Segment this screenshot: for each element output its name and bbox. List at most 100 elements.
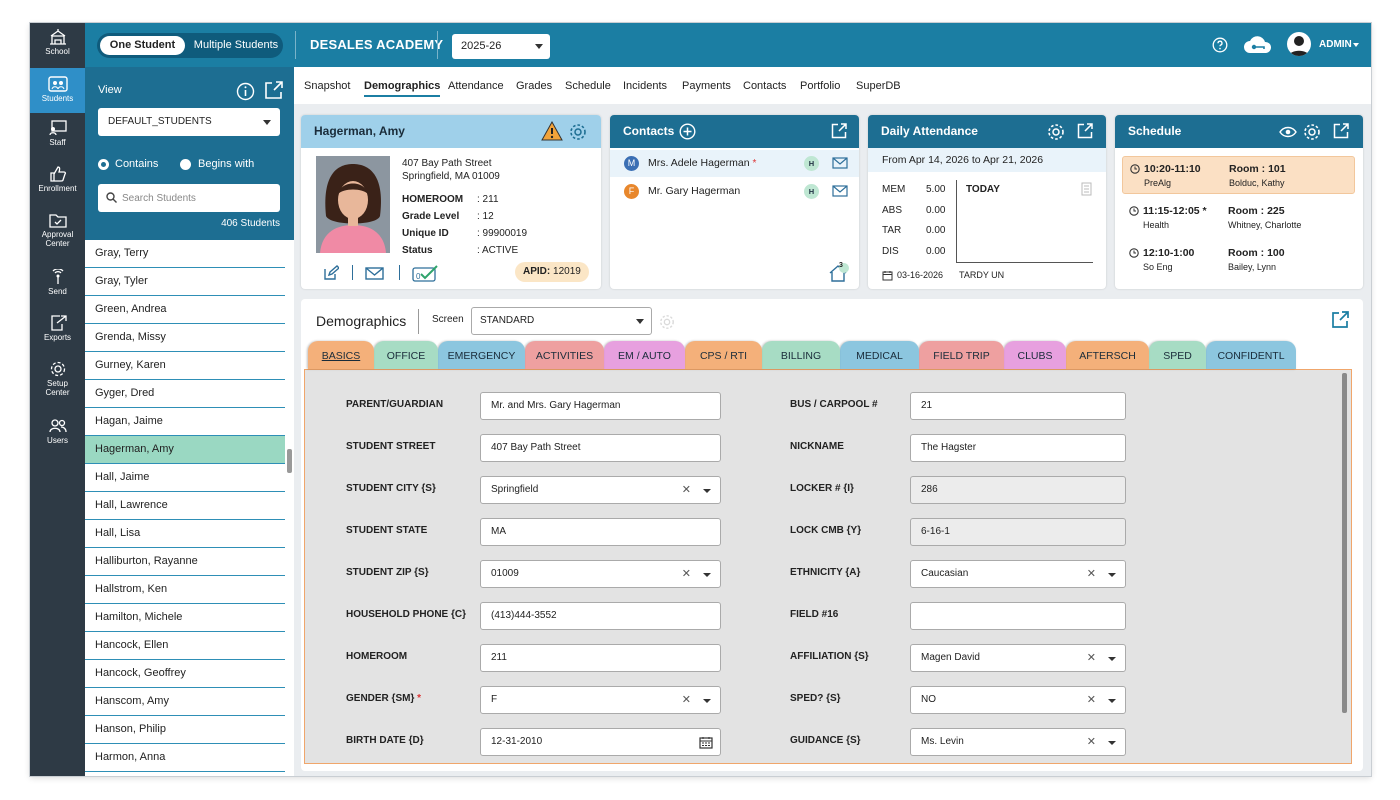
edit-icon[interactable] bbox=[323, 265, 339, 281]
text-field[interactable]: 6-16-1 bbox=[910, 518, 1126, 546]
contains-radio[interactable] bbox=[98, 159, 109, 170]
text-field[interactable]: Mr. and Mrs. Gary Hagerman bbox=[480, 392, 721, 420]
student-list-item[interactable]: Hall, Lawrence bbox=[85, 492, 285, 520]
text-field[interactable]: (413)444-3552 bbox=[480, 602, 721, 630]
gear-icon[interactable] bbox=[659, 314, 675, 330]
gear-icon[interactable] bbox=[569, 123, 587, 141]
chevron-down-icon[interactable] bbox=[1108, 699, 1116, 703]
contact-row[interactable]: M Mrs. Adele Hagerman * H bbox=[610, 150, 859, 177]
scrollbar[interactable] bbox=[1342, 373, 1347, 713]
note-icon[interactable] bbox=[1081, 182, 1092, 196]
calendar-icon[interactable] bbox=[699, 736, 713, 749]
popout-icon[interactable] bbox=[1077, 123, 1093, 139]
search-input[interactable] bbox=[122, 184, 272, 212]
chevron-down-icon[interactable] bbox=[1353, 43, 1359, 47]
chevron-down-icon[interactable] bbox=[1108, 741, 1116, 745]
tab-contacts[interactable]: Contacts bbox=[743, 80, 786, 92]
chevron-down-icon[interactable] bbox=[703, 489, 711, 493]
nav-users[interactable]: Users bbox=[30, 412, 85, 457]
chevron-down-icon[interactable] bbox=[1108, 573, 1116, 577]
tab-billing[interactable]: BILLING bbox=[762, 341, 840, 369]
select-field[interactable]: NO ✕ bbox=[910, 686, 1126, 714]
select-field[interactable]: Ms. Levin ✕ bbox=[910, 728, 1126, 756]
alert-icon[interactable] bbox=[541, 121, 563, 141]
view-select[interactable]: DEFAULT_STUDENTS bbox=[98, 108, 280, 136]
chevron-down-icon[interactable] bbox=[703, 699, 711, 703]
tab-snapshot[interactable]: Snapshot bbox=[304, 80, 350, 92]
student-list-item[interactable]: Hall, Lisa bbox=[85, 520, 285, 548]
student-list-item[interactable]: Gyger, Dred bbox=[85, 380, 285, 408]
student-list-item[interactable]: Hall, Jaime bbox=[85, 464, 285, 492]
student-list-item[interactable]: Hanscom, Amy bbox=[85, 688, 285, 716]
email-icon[interactable] bbox=[365, 267, 384, 280]
select-field[interactable]: Caucasian ✕ bbox=[910, 560, 1126, 588]
tab-grades[interactable]: Grades bbox=[516, 80, 552, 92]
schedule-item[interactable]: 11:15-12:05 * Health Room : 225 Whitney, Ch… bbox=[1122, 199, 1355, 237]
student-list-item[interactable]: Harmon, Anna bbox=[85, 744, 285, 772]
tab-incidents[interactable]: Incidents bbox=[623, 80, 667, 92]
multiple-students-button[interactable]: Multiple Students bbox=[192, 36, 280, 55]
tab-superdb[interactable]: SuperDB bbox=[856, 80, 901, 92]
one-student-button[interactable]: One Student bbox=[100, 36, 185, 55]
student-mode-toggle[interactable]: One Student Multiple Students bbox=[97, 33, 283, 58]
avatar[interactable] bbox=[1287, 32, 1311, 56]
tab-medical[interactable]: MEDICAL bbox=[840, 341, 919, 369]
student-list-item[interactable]: Hagan, Jaime bbox=[85, 408, 285, 436]
info-icon[interactable] bbox=[236, 82, 255, 101]
tab-em-auto[interactable]: EM / AUTO bbox=[604, 341, 685, 369]
clear-icon[interactable]: ✕ bbox=[1087, 687, 1096, 713]
tab-attendance[interactable]: Attendance bbox=[448, 80, 504, 92]
student-list-item[interactable]: Hancock, Geoffrey bbox=[85, 660, 285, 688]
nav-send[interactable]: Send bbox=[30, 263, 85, 308]
select-field[interactable]: Springfield ✕ bbox=[480, 476, 721, 504]
popout-icon[interactable] bbox=[1333, 123, 1349, 139]
email-icon[interactable] bbox=[832, 157, 848, 169]
popout-icon[interactable] bbox=[831, 123, 847, 139]
email-icon[interactable] bbox=[832, 185, 848, 197]
tab-cps-rti[interactable]: CPS / RTI bbox=[685, 341, 762, 369]
tab-basics[interactable]: BASICS bbox=[308, 341, 374, 369]
student-list-item[interactable]: Green, Andrea bbox=[85, 296, 285, 324]
clear-icon[interactable]: ✕ bbox=[682, 687, 691, 713]
schedule-item[interactable]: 10:20-11:10 PreAlg Room : 101 Bolduc, Kathy bbox=[1122, 156, 1355, 194]
nav-setup-center[interactable]: Setup Center bbox=[30, 355, 85, 410]
schedule-item[interactable]: 12:10-1:00 So Eng Room : 100 Bailey, Lynn bbox=[1122, 241, 1355, 279]
school-name[interactable]: DESALES ACADEMY bbox=[310, 37, 443, 52]
contact-row[interactable]: F Mr. Gary Hagerman H bbox=[610, 178, 859, 205]
student-list-item[interactable]: Gray, Tyler bbox=[85, 268, 285, 296]
scrollbar[interactable] bbox=[287, 449, 292, 473]
eye-icon[interactable] bbox=[1279, 126, 1297, 138]
tab-activities[interactable]: ACTIVITIES bbox=[525, 341, 604, 369]
student-list-item[interactable]: Hallstrom, Ken bbox=[85, 576, 285, 604]
student-list-item[interactable]: Grenda, Missy bbox=[85, 324, 285, 352]
select-field[interactable]: F ✕ bbox=[480, 686, 721, 714]
screen-select[interactable]: STANDARD bbox=[471, 307, 652, 335]
clear-icon[interactable]: ✕ bbox=[1087, 561, 1096, 587]
school-year-select[interactable]: 2025-26 bbox=[452, 34, 550, 59]
student-list-item[interactable]: Hagerman, Amy bbox=[85, 436, 285, 464]
tab-confidentl[interactable]: CONFIDENTL bbox=[1206, 341, 1296, 369]
tab-aftersch[interactable]: AFTERSCH bbox=[1066, 341, 1149, 369]
search-box[interactable] bbox=[98, 184, 280, 212]
chevron-down-icon[interactable] bbox=[1108, 657, 1116, 661]
tab-sped[interactable]: SPED bbox=[1149, 341, 1206, 369]
tab-office[interactable]: OFFICE bbox=[374, 341, 438, 369]
text-field[interactable]: 211 bbox=[480, 644, 721, 672]
tab-emergency[interactable]: EMERGENCY bbox=[438, 341, 525, 369]
text-field[interactable] bbox=[910, 602, 1126, 630]
popout-icon[interactable] bbox=[1331, 311, 1349, 329]
tab-clubs[interactable]: CLUBS bbox=[1004, 341, 1066, 369]
gear-icon[interactable] bbox=[1047, 123, 1065, 141]
student-list-item[interactable]: Gray, Terry bbox=[85, 240, 285, 268]
text-field[interactable]: 407 Bay Path Street bbox=[480, 434, 721, 462]
begins-with-radio[interactable] bbox=[180, 159, 191, 170]
chevron-down-icon[interactable] bbox=[703, 573, 711, 577]
nav-approval-center[interactable]: Approval Center bbox=[30, 206, 85, 261]
clear-icon[interactable]: ✕ bbox=[682, 561, 691, 587]
tab-payments[interactable]: Payments bbox=[682, 80, 731, 92]
student-list-item[interactable]: Hanson, Philip bbox=[85, 716, 285, 744]
clear-icon[interactable]: ✕ bbox=[1087, 729, 1096, 755]
cloud-key-icon[interactable] bbox=[1243, 36, 1273, 54]
popout-icon[interactable] bbox=[264, 81, 283, 100]
student-list-item[interactable]: Hancock, Ellen bbox=[85, 632, 285, 660]
